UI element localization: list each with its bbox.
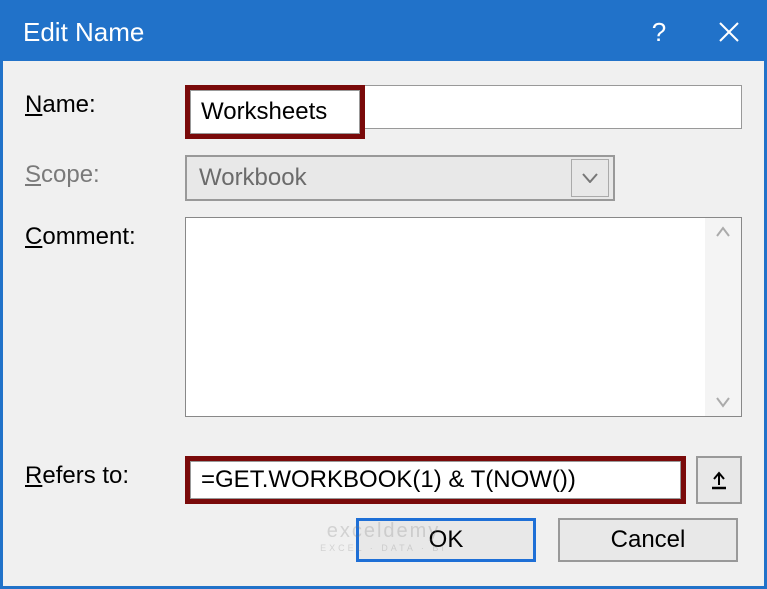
- comment-label-rest: omment:: [42, 223, 135, 250]
- dialog-title: Edit Name: [23, 17, 624, 48]
- refers-row: Refers to:: [25, 456, 742, 504]
- name-input[interactable]: [190, 90, 360, 134]
- titlebar: Edit Name ?: [3, 3, 764, 61]
- chevron-down-icon: [582, 173, 598, 183]
- name-input-extension[interactable]: [365, 85, 742, 129]
- scope-dropdown-arrow: [571, 159, 609, 197]
- comment-box: [185, 217, 742, 417]
- help-icon: ?: [652, 17, 666, 48]
- scroll-up-icon: [715, 226, 731, 238]
- name-field-wrap: [185, 85, 742, 139]
- collapse-dialog-button[interactable]: [696, 456, 742, 504]
- close-icon: [718, 21, 740, 43]
- dialog-body: Name: Scope: Workbook Comment:: [3, 61, 764, 586]
- name-row: Name:: [25, 85, 742, 139]
- scope-select: Workbook: [185, 155, 615, 201]
- cancel-button[interactable]: Cancel: [558, 518, 738, 562]
- scope-row: Scope: Workbook: [25, 155, 742, 201]
- name-label: Name:: [25, 85, 185, 119]
- comment-row: Comment:: [25, 217, 742, 436]
- refers-input[interactable]: [190, 461, 681, 499]
- dialog-footer: OK Cancel: [25, 518, 742, 570]
- edit-name-dialog: Edit Name ? Name: Scope: Workbook: [0, 0, 767, 589]
- refers-wrap: [185, 456, 742, 504]
- ok-button[interactable]: OK: [356, 518, 536, 562]
- help-button[interactable]: ?: [624, 3, 694, 61]
- collapse-icon: [709, 470, 729, 490]
- refers-highlight: [185, 456, 686, 504]
- refers-label: Refers to:: [25, 456, 185, 490]
- comment-input[interactable]: [186, 218, 705, 416]
- scope-value: Workbook: [199, 164, 571, 192]
- close-button[interactable]: [694, 3, 764, 61]
- ok-label: OK: [429, 526, 464, 554]
- comment-label: Comment:: [25, 217, 185, 251]
- name-highlight: [185, 85, 365, 139]
- cancel-label: Cancel: [611, 526, 686, 554]
- comment-scrollbar[interactable]: [705, 218, 741, 416]
- scroll-down-icon: [715, 396, 731, 408]
- scope-label: Scope:: [25, 155, 185, 189]
